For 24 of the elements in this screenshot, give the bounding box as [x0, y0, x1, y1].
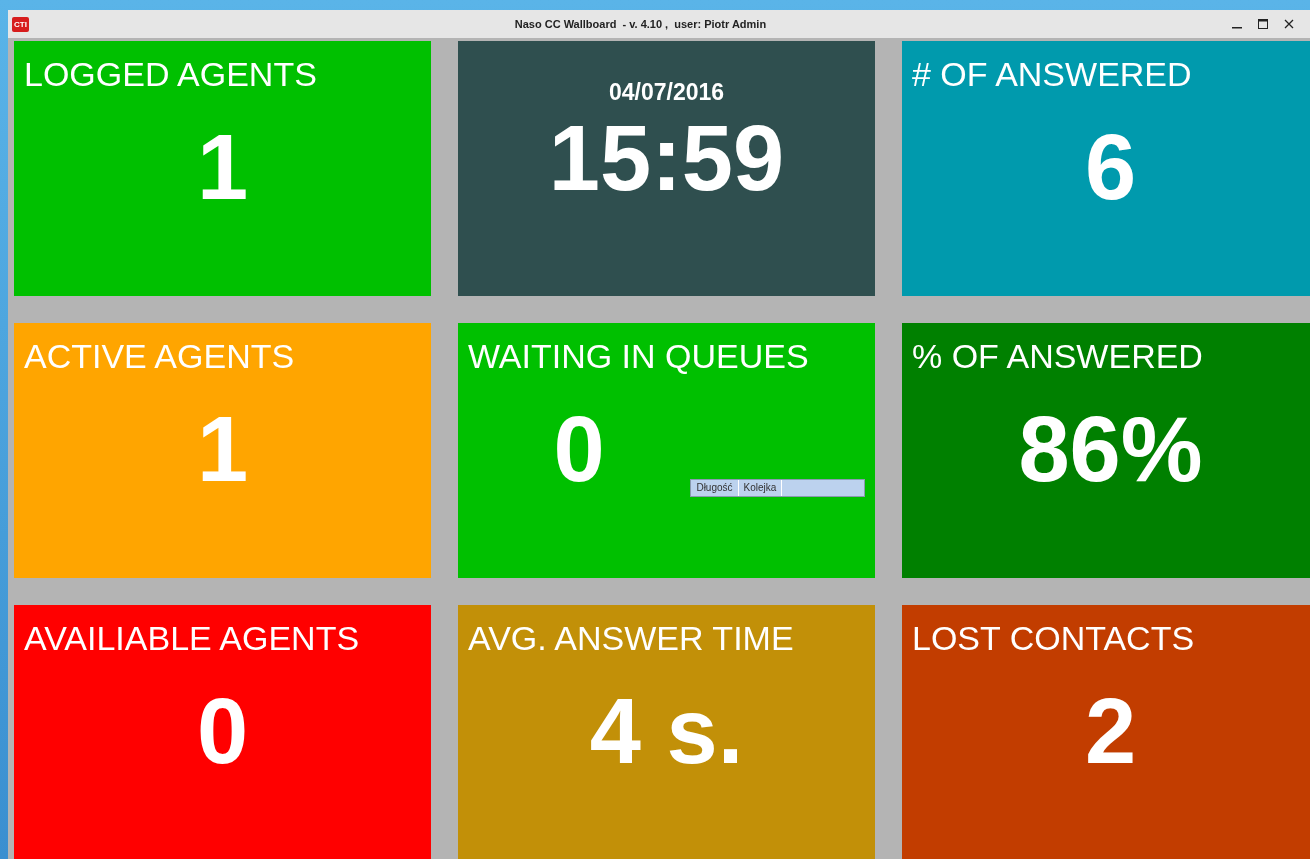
- maximize-icon[interactable]: [1258, 19, 1268, 29]
- tile-value: 1: [195, 117, 250, 217]
- time-text: 15:59: [547, 108, 786, 208]
- app-logo: CTI: [12, 16, 29, 32]
- window-title: Naso CC Wallboard - v. 4.10 , user: Piotr Admin: [513, 18, 768, 30]
- tile-title: % OF ANSWERED: [912, 337, 1204, 375]
- tile-value: 4 s.: [588, 681, 745, 781]
- tile-title: AVG. ANSWER TIME: [468, 619, 795, 657]
- tile-value: 6: [1083, 117, 1138, 217]
- tile-title: LOGGED AGENTS: [24, 55, 318, 93]
- tile-title: AVAILIABLE AGENTS: [24, 619, 361, 657]
- close-icon[interactable]: [1284, 19, 1294, 29]
- tile-title: LOST CONTACTS: [912, 619, 1196, 657]
- tile-value: 2: [1083, 681, 1138, 781]
- tile-title: ACTIVE AGENTS: [24, 337, 296, 375]
- tile-title: # OF ANSWERED: [912, 55, 1193, 93]
- column-header[interactable]: Kolejka: [738, 480, 783, 496]
- tile-value: 86%: [1017, 399, 1204, 499]
- tile-value: 0: [552, 399, 606, 499]
- tile-value: 0: [195, 681, 250, 781]
- date-text: 04/07/2016: [607, 79, 726, 106]
- column-header[interactable]: Długość: [691, 480, 739, 496]
- tile-title: WAITING IN QUEUES: [468, 337, 810, 375]
- tile-value: 1: [195, 399, 250, 499]
